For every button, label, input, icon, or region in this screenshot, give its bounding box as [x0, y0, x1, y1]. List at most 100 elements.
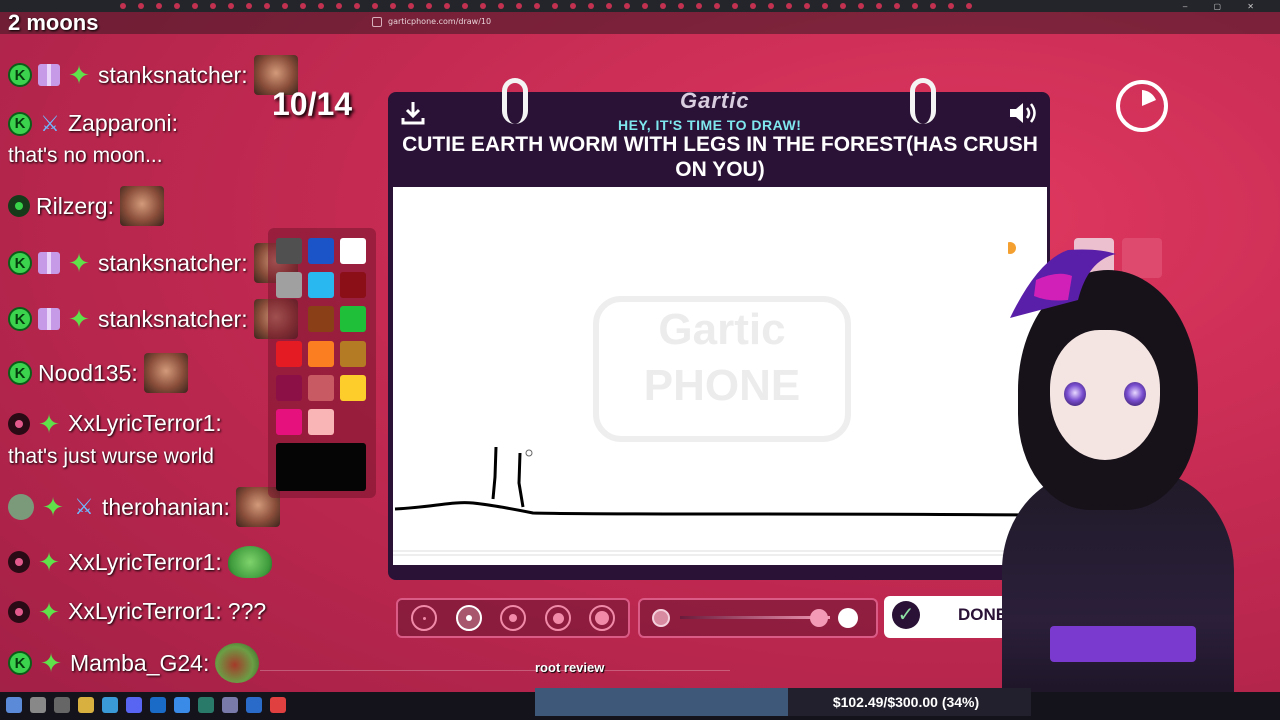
start-icon[interactable]	[6, 697, 22, 713]
chat-title: 2 moons	[8, 10, 99, 35]
color-swatch[interactable]	[308, 238, 334, 264]
brush-size-option[interactable]	[500, 605, 526, 631]
app-icon[interactable]	[270, 697, 286, 713]
avatar-eye	[1124, 382, 1146, 406]
chat-username: Mamba_G24:	[70, 649, 210, 676]
address-bar[interactable]	[0, 12, 1280, 34]
chat-username: XxLyricTerror1:	[68, 598, 222, 624]
site-info-icon[interactable]	[372, 17, 382, 27]
window-controls[interactable]: – ▢ ✕	[1183, 2, 1266, 11]
k-badge-icon: K	[8, 651, 32, 675]
drawing-strokes	[393, 446, 1047, 556]
dot-badge-icon	[8, 551, 30, 573]
avatar-eye	[1064, 382, 1086, 406]
k-badge-icon: K	[8, 111, 32, 136]
opacity-max-icon	[838, 608, 858, 628]
color-swatch[interactable]	[276, 238, 302, 264]
donation-goal-text: $102.49/$300.00 (34%)	[832, 694, 980, 710]
overlay-divider	[260, 670, 730, 671]
witch-hat-icon	[1008, 242, 1116, 318]
timer-hand	[1142, 90, 1156, 106]
volume-icon[interactable]	[1008, 100, 1040, 126]
color-swatch[interactable]	[308, 306, 334, 332]
k-badge-icon: K	[8, 63, 32, 87]
color-swatch[interactable]	[308, 409, 334, 435]
k-badge-icon: K	[8, 307, 32, 331]
color-swatch[interactable]	[340, 306, 366, 332]
star-badge-icon: ✦	[68, 248, 90, 278]
task-view-icon[interactable]	[54, 697, 70, 713]
url-text[interactable]: garticphone.com/draw/10	[388, 17, 491, 26]
emote-icon	[143, 353, 188, 393]
check-icon: ✓	[892, 601, 920, 629]
chat-username: Rilzerg:	[36, 192, 114, 219]
k-badge-icon: K	[8, 361, 32, 385]
eraser-icon[interactable]	[1122, 238, 1162, 278]
gift-badge-icon	[38, 64, 60, 86]
chat-message: Rilzerg:	[8, 186, 164, 226]
color-swatch[interactable]	[276, 375, 302, 401]
chat-username: Zapparoni:	[68, 110, 178, 136]
star-badge-icon: ✦	[38, 547, 60, 577]
chat-message: ✦ XxLyricTerror1:	[8, 546, 272, 578]
dot-badge-icon	[8, 600, 30, 623]
brush-size-option-selected[interactable]	[456, 605, 482, 631]
chrome-icon[interactable]	[174, 697, 190, 713]
color-swatch[interactable]	[340, 341, 366, 367]
chat-username: stanksnatcher:	[98, 249, 248, 276]
chat-username: stanksnatcher:	[98, 61, 248, 88]
star-badge-icon: ✦	[38, 596, 60, 627]
chat-message: K ✦ stanksnatcher:	[8, 299, 298, 339]
gift-badge-icon	[38, 308, 60, 330]
selected-color[interactable]	[276, 443, 366, 491]
green-badge-icon	[8, 195, 30, 217]
opacity-min-icon	[652, 609, 670, 627]
color-swatch[interactable]	[276, 272, 302, 298]
brush-size-option[interactable]	[411, 605, 437, 631]
chat-username: XxLyricTerror1:	[68, 410, 222, 436]
app-icon[interactable]	[102, 697, 118, 713]
search-icon[interactable]	[30, 697, 46, 713]
chat-message: K ⚔ Zapparoni:	[8, 110, 178, 137]
color-swatch[interactable]	[308, 272, 334, 298]
file-explorer-icon[interactable]	[78, 697, 94, 713]
avatar-belt	[1050, 626, 1196, 662]
steam-icon[interactable]	[150, 697, 166, 713]
app-icon[interactable]	[198, 697, 214, 713]
emote-icon	[119, 186, 164, 226]
gift-badge-icon	[38, 252, 60, 274]
chat-message: K ✦ Mamba_G24:	[8, 643, 260, 683]
chat-message: K ✦ stanksnatcher:	[8, 55, 298, 95]
draw-subtitle: HEY, IT'S TIME TO DRAW!	[618, 117, 802, 133]
color-swatch[interactable]	[308, 341, 334, 367]
binder-ring	[502, 78, 528, 124]
k-badge-icon: K	[8, 251, 32, 275]
stream-screen: – ▢ ✕ garticphone.com/draw/10 2 moons K …	[0, 0, 1280, 720]
color-swatch[interactable]	[340, 272, 366, 298]
color-swatch[interactable]	[340, 375, 366, 401]
star-badge-icon: ✦	[42, 492, 64, 522]
color-swatch[interactable]	[276, 409, 302, 435]
vscode-icon[interactable]	[246, 697, 262, 713]
browser-tabs[interactable]	[120, 2, 1000, 10]
chat-message-text: that's just wurse world	[8, 445, 214, 468]
star-badge-icon: ✦	[38, 408, 60, 439]
download-icon[interactable]	[400, 100, 426, 126]
chat-message: ✦ ⚔ therohanian:	[8, 487, 280, 527]
opacity-slider-handle[interactable]	[810, 609, 828, 627]
dot-badge-icon	[8, 412, 30, 435]
color-swatch[interactable]	[308, 375, 334, 401]
star-badge-icon: ✦	[40, 648, 62, 678]
brush-size-option[interactable]	[589, 605, 615, 631]
brush-size-option[interactable]	[545, 605, 571, 631]
color-swatch[interactable]	[340, 238, 366, 264]
color-swatch[interactable]	[276, 341, 302, 367]
frog-emote-icon	[227, 546, 272, 578]
opacity-slider[interactable]	[680, 616, 830, 619]
pepe-emote-icon	[215, 643, 260, 683]
chat-username: therohanian:	[102, 493, 230, 520]
app-icon[interactable]	[222, 697, 238, 713]
discord-icon[interactable]	[126, 697, 142, 713]
donation-goal-fill	[535, 688, 788, 716]
chat-username: Nood135:	[38, 359, 138, 386]
